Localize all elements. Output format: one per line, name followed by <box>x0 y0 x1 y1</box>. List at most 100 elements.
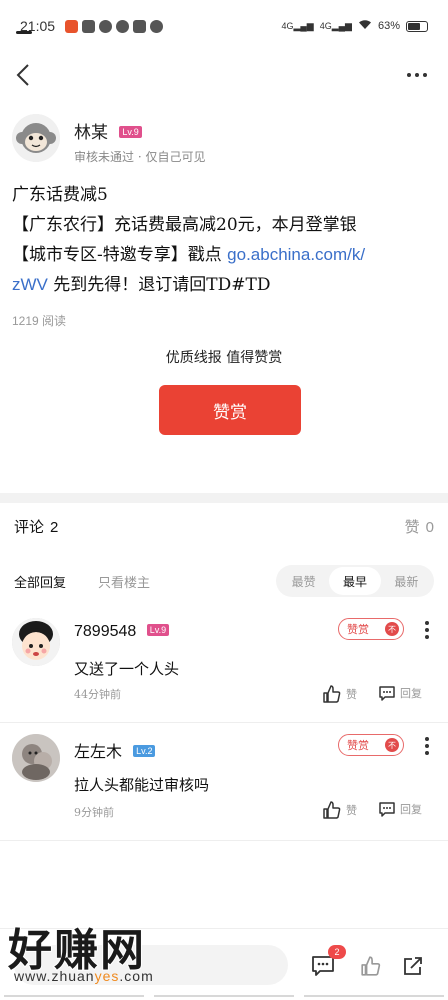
more-options-button[interactable] <box>400 60 434 90</box>
like-post-button[interactable] <box>358 953 384 979</box>
likes-count: 0 <box>425 519 434 536</box>
post-content: 广东话费减5 【广东农行】充话费最高减20元，本月登掌银 【城市专区-特邀专享】… <box>12 180 436 300</box>
comments-nav-button[interactable]: 2 <box>310 945 346 979</box>
notification-icons <box>65 19 164 33</box>
post-link[interactable]: zWV <box>12 275 48 294</box>
status-bar: 21:05 4G▂▄▆ 4G▂▄▆ 63% <box>0 0 448 52</box>
author-avatar[interactable] <box>12 114 60 162</box>
comment-time: 44分钟前 <box>74 688 121 701</box>
thumbs-up-icon <box>323 685 341 703</box>
comment-user-row: 7899548 Lv.9 <box>74 623 170 641</box>
nav-bar <box>0 52 448 100</box>
chat-notification-icon <box>82 19 96 33</box>
comment-avatar[interactable] <box>12 618 60 666</box>
tip-button[interactable]: 赞赏 <box>159 385 301 435</box>
comment-reply-button[interactable]: 回复 <box>378 684 422 702</box>
comment-like-button[interactable]: 赞 <box>322 800 357 820</box>
more-dot-icon <box>407 73 411 77</box>
section-divider <box>0 493 448 503</box>
app-notification-icon <box>150 19 164 33</box>
chevron-left-icon <box>16 64 29 86</box>
sort-earliest[interactable]: 最早 <box>329 567 381 595</box>
tip-slogan: 优质线报 值得赞赏 <box>165 350 283 366</box>
status-right: 4G▂▄▆ 4G▂▄▆ 63% <box>281 19 428 33</box>
thumbs-up-icon <box>323 801 341 819</box>
filter-row: 全部回复 只看楼主 最赞 最早 最新 <box>14 565 434 597</box>
photo-avatar-icon <box>12 734 60 782</box>
author-header: 林某 Lv.9 审核未通过 · 仅自己可见 <box>12 114 432 170</box>
post-status: 审核未通过 · 仅自己可见 <box>74 150 206 164</box>
comment-item: 左左木 Lv.2 赞赏 不 拉人头都能过审核吗 9分钟前 赞 回复 <box>0 734 448 838</box>
more-dot-icon <box>425 628 429 632</box>
level-badge: Lv.9 <box>119 125 142 138</box>
more-dot-icon <box>425 621 429 625</box>
more-dot-icon <box>423 73 427 77</box>
reply-bubble-icon <box>379 802 395 817</box>
bottom-bar: 2 <box>0 928 448 1000</box>
level-badge: Lv.9 <box>146 623 170 636</box>
sort-most-liked[interactable]: 最赞 <box>278 567 329 595</box>
comment-count-badge: 2 <box>328 945 346 959</box>
comments-header: 评论 2 赞0 <box>14 516 434 542</box>
app-notification-icon <box>99 19 113 33</box>
message-notification-icon <box>116 19 130 33</box>
app-notification-icon <box>133 19 147 33</box>
app-notification-icon <box>65 19 79 33</box>
filter-all-replies[interactable]: 全部回复 <box>14 572 66 591</box>
reward-button[interactable]: 赞赏 不 <box>338 734 404 756</box>
post-line: 【城市专区-特邀专享】戳点 go.abchina.com/k/ <box>12 240 436 270</box>
comment-text: 拉人头都能过审核吗 <box>74 776 210 794</box>
reward-dot: 不 <box>385 738 399 752</box>
comments-tab[interactable]: 评论 2 <box>14 518 58 536</box>
comment-reply-button[interactable]: 回复 <box>378 800 422 818</box>
filter-owner-only[interactable]: 只看楼主 <box>98 572 150 591</box>
like-label: 赞 <box>346 688 357 701</box>
signal-icon: 4G▂▄▆ <box>319 20 352 31</box>
reward-dot: 不 <box>385 622 399 636</box>
likes-tab[interactable]: 赞0 <box>405 516 434 537</box>
more-dot-icon <box>425 635 429 639</box>
network-type: 4G <box>281 20 294 31</box>
comment-item: 7899548 Lv.9 赞赏 不 又送了一个人头 44分钟前 赞 回复 <box>0 618 448 722</box>
comment-divider <box>0 840 448 841</box>
cartoon-avatar-icon <box>12 618 60 666</box>
share-button[interactable] <box>400 953 426 979</box>
wifi-icon <box>358 19 372 33</box>
post-line: zWV 先到先得！退订请回TD#TD <box>12 270 436 300</box>
like-label: 赞 <box>346 804 357 817</box>
likes-label: 赞 <box>404 518 420 536</box>
comment-avatar[interactable] <box>12 734 60 782</box>
comment-more-button[interactable] <box>420 734 434 758</box>
monkey-avatar-icon <box>12 114 60 162</box>
network-type: 4G <box>319 20 332 31</box>
post-text: 【城市专区-特邀专享】戳点 <box>12 245 222 265</box>
comment-user-row: 左左木 Lv.2 <box>74 738 156 762</box>
comment-username[interactable]: 7899548 <box>74 623 136 640</box>
post-line: 广东话费减5 <box>12 185 108 205</box>
author-name[interactable]: 林某 <box>74 123 108 143</box>
post-link[interactable]: go.abchina.com/k/ <box>227 245 365 264</box>
back-button[interactable] <box>8 60 38 90</box>
comment-count: 2 <box>50 519 59 536</box>
reply-input[interactable] <box>14 945 288 985</box>
battery-icon <box>406 20 428 32</box>
level-badge: Lv.2 <box>133 744 156 757</box>
reply-label: 回复 <box>400 803 422 816</box>
sort-latest[interactable]: 最新 <box>381 567 432 595</box>
post-line: 【广东农行】充话费最高减20元，本月登掌银 <box>12 215 357 235</box>
share-icon <box>404 957 422 975</box>
author-name-row: 林某 Lv.9 <box>74 118 142 143</box>
post-text: 先到先得！退订请回TD#TD <box>53 275 271 295</box>
comment-username[interactable]: 左左木 <box>74 742 122 761</box>
reward-button[interactable]: 赞赏 不 <box>338 618 404 640</box>
comment-like-button[interactable]: 赞 <box>322 684 357 704</box>
battery-percent: 63% <box>377 20 400 32</box>
read-count: 1219 阅读 <box>12 314 67 328</box>
comments-title: 评论 <box>14 518 45 536</box>
more-dot-icon <box>425 737 429 741</box>
comment-time: 9分钟前 <box>74 806 114 819</box>
comment-more-button[interactable] <box>420 618 434 642</box>
thumbs-up-icon <box>361 956 381 976</box>
reward-label: 赞赏 <box>347 739 369 752</box>
reply-bubble-icon <box>379 686 395 701</box>
